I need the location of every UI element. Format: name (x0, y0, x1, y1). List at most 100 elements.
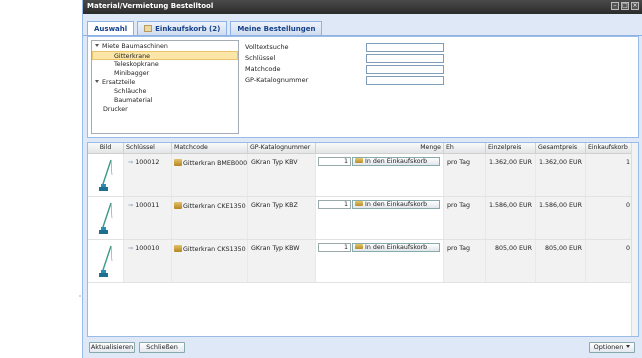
volltextsuche-input[interactable] (366, 43, 444, 52)
matchcode-input[interactable] (366, 65, 444, 74)
tree-node-schlaeuche[interactable]: Schläuche (114, 87, 146, 96)
gp-katalognummer-input[interactable] (366, 76, 444, 85)
chevron-down-icon (626, 345, 631, 348)
arrow-right-icon[interactable]: ⇒ (128, 202, 133, 209)
column-header-gp-katalognummer[interactable]: GP-Katalognummer (248, 143, 316, 153)
add-to-cart-button[interactable]: In den Einkaufskorb (352, 157, 440, 166)
total-price-cell: 1.586,00 EUR (536, 197, 586, 239)
filter-label-matchcode: Matchcode (245, 65, 281, 73)
table-row[interactable]: ⇒ 100012 Gitterkran BMEB000 GKran Typ KBV… (88, 154, 638, 197)
quantity-input[interactable]: 1 (318, 200, 351, 209)
key-cell: ⇒ 100012 (124, 154, 172, 196)
title-bar[interactable]: Material/Vermietung Bestelltool – □ × (83, 0, 642, 14)
article-icon (174, 159, 182, 166)
tab-label: Einkaufskorb (2) (155, 24, 221, 33)
maximize-icon[interactable]: □ (621, 2, 629, 10)
options-button[interactable]: Optionen (589, 342, 635, 353)
article-icon (174, 202, 182, 209)
window-controls: – □ × (611, 2, 639, 10)
cart-icon (355, 158, 363, 163)
arrow-right-icon[interactable]: ⇒ (128, 159, 133, 166)
search-panel: Miete Baumaschinen Gitterkrane Teleskopk… (87, 36, 639, 138)
unit-cell: pro Tag (444, 240, 486, 282)
cart-count-cell: 0 (586, 240, 634, 282)
minimize-icon[interactable]: – (611, 2, 619, 10)
tree-node-gitterkrane[interactable]: Gitterkrane (92, 51, 238, 60)
total-price-cell: 1.362,00 EUR (536, 154, 586, 196)
unit-price-cell: 805,00 EUR (486, 240, 536, 282)
filter-label-volltextsuche: Volltextsuche (245, 43, 289, 51)
key-cell: ⇒ 100010 (124, 240, 172, 282)
tree-node-drucker[interactable]: Drucker (103, 105, 128, 114)
tab-einkaufskorb[interactable]: Einkaufskorb (2) (137, 21, 228, 35)
add-to-cart-button[interactable]: In den Einkaufskorb (352, 243, 440, 252)
image-cell (88, 240, 124, 282)
cart-icon (355, 201, 363, 206)
unit-price-cell: 1.362,00 EUR (486, 154, 536, 196)
unit-price-cell: 1.586,00 EUR (486, 197, 536, 239)
quantity-cell: 1 In den Einkaufskorb (316, 240, 444, 282)
quantity-cell: 1 In den Einkaufskorb (316, 197, 444, 239)
grid-scrollbar[interactable] (631, 143, 638, 336)
column-header-schluessel[interactable]: Schlüssel (124, 143, 172, 153)
tree-node-baumaterial[interactable]: Baumaterial (114, 96, 152, 105)
cart-icon (355, 244, 363, 249)
catalog-cell: GKran Typ KBZ (248, 197, 316, 239)
crane-image (99, 202, 113, 234)
margin-marker (79, 295, 81, 297)
key-cell: ⇒ 100011 (124, 197, 172, 239)
matchcode-cell: Gitterkran CKE1350 (172, 197, 248, 239)
table-row[interactable]: ⇒ 100010 Gitterkran CKS1350 GKran Typ KBW… (88, 240, 638, 283)
unit-cell: pro Tag (444, 154, 486, 196)
filter-label-schluessel: Schlüssel (245, 54, 276, 62)
matchcode-cell: Gitterkran BMEB000 (172, 154, 248, 196)
unit-cell: pro Tag (444, 197, 486, 239)
catalog-cell: GKran Typ KBW (248, 240, 316, 282)
tab-label: Auswahl (94, 24, 128, 33)
arrow-right-icon[interactable]: ⇒ (128, 245, 133, 252)
bestelltool-window: Material/Vermietung Bestelltool – □ × Au… (82, 0, 642, 358)
tree-node-miete-baumaschinen[interactable]: Miete Baumaschinen (95, 42, 168, 51)
crane-image (99, 245, 113, 277)
matchcode-cell: Gitterkran CKS1350 (172, 240, 248, 282)
image-cell (88, 197, 124, 239)
crane-image (99, 159, 113, 191)
expand-triangle-icon[interactable] (95, 44, 99, 47)
quantity-input[interactable]: 1 (318, 157, 351, 166)
catalog-cell: GKran Typ KBV (248, 154, 316, 196)
cart-count-cell: 0 (586, 197, 634, 239)
cart-icon (144, 25, 153, 32)
image-cell (88, 154, 124, 196)
column-header-eh[interactable]: Eh (444, 143, 486, 153)
schluessel-input[interactable] (366, 54, 444, 63)
quantity-cell: 1 In den Einkaufskorb (316, 154, 444, 196)
tree-node-minibagger[interactable]: Minibagger (114, 69, 149, 78)
tab-meine-bestellungen[interactable]: Meine Bestellungen (230, 21, 323, 35)
cart-count-cell: 1 (586, 154, 634, 196)
tree-node-teleskopkrane[interactable]: Teleskopkrane (114, 60, 159, 69)
window-title: Material/Vermietung Bestelltool (87, 2, 214, 10)
column-header-einkaufskorb[interactable]: Einkaufskorb (586, 143, 634, 153)
table-row[interactable]: ⇒ 100011 Gitterkran CKE1350 GKran Typ KBZ… (88, 197, 638, 240)
tab-bar: Auswahl Einkaufskorb (2) Meine Bestellun… (87, 21, 323, 35)
column-header-bild[interactable]: Bild (88, 143, 124, 153)
tab-auswahl[interactable]: Auswahl (87, 21, 135, 35)
column-header-einzelpreis[interactable]: Einzelpreis (486, 143, 536, 153)
column-header-menge[interactable]: Menge (316, 143, 444, 153)
add-to-cart-button[interactable]: In den Einkaufskorb (352, 200, 440, 209)
refresh-button[interactable]: Aktualisieren (89, 342, 135, 353)
quantity-input[interactable]: 1 (318, 243, 351, 252)
article-grid: Bild Schlüssel Matchcode GP-Katalognumme… (87, 142, 639, 337)
category-tree: Miete Baumaschinen Gitterkrane Teleskopk… (91, 40, 239, 134)
expand-triangle-icon[interactable] (95, 80, 99, 83)
filter-label-gp-katalognummer: GP-Katalognummer (245, 76, 309, 84)
grid-header: Bild Schlüssel Matchcode GP-Katalognumme… (88, 143, 638, 154)
article-icon (174, 245, 182, 252)
column-header-gesamtpreis[interactable]: Gesamtpreis (536, 143, 586, 153)
close-button[interactable]: Schließen (139, 342, 185, 353)
column-header-matchcode[interactable]: Matchcode (172, 143, 248, 153)
tree-node-ersatzteile[interactable]: Ersatzteile (95, 78, 135, 87)
tab-label: Meine Bestellungen (237, 24, 316, 33)
total-price-cell: 805,00 EUR (536, 240, 586, 282)
close-icon[interactable]: × (631, 2, 639, 10)
